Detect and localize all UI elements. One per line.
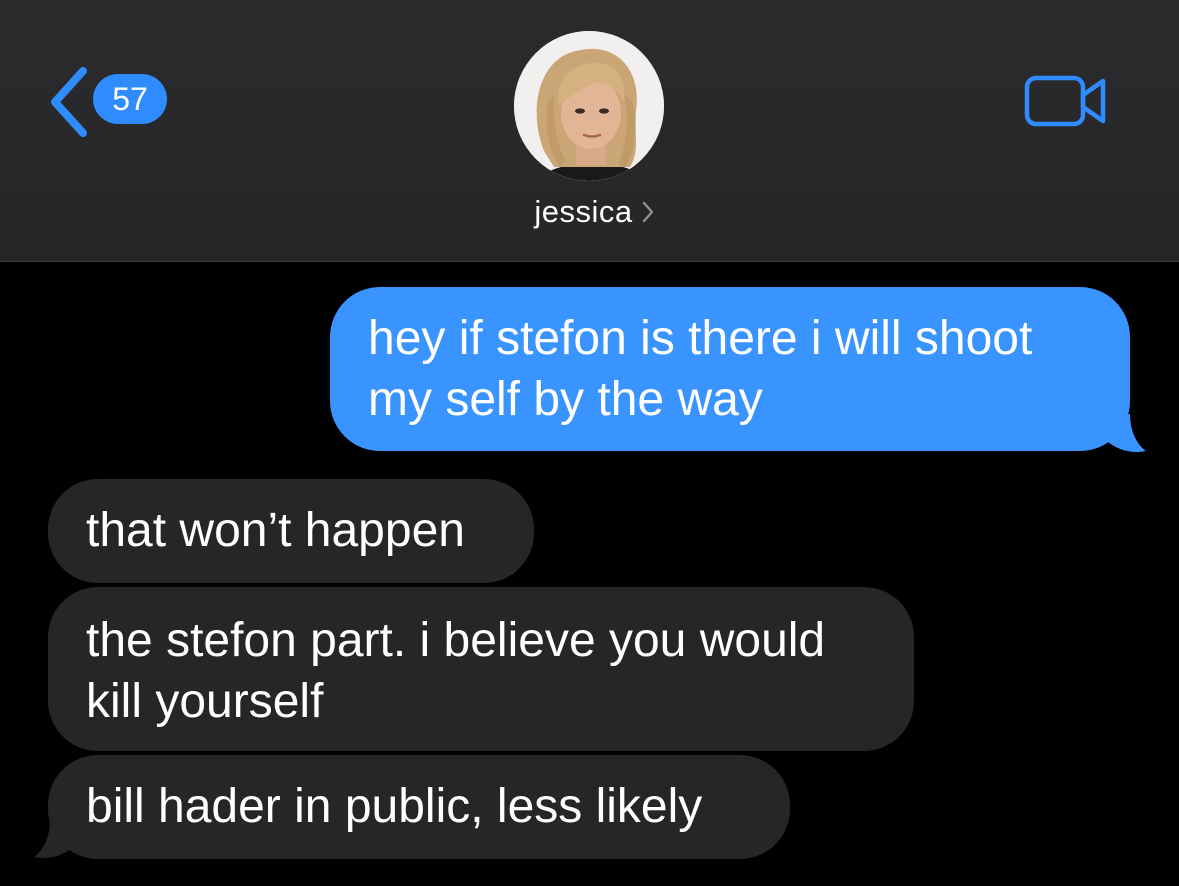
contact-name: jessica <box>534 194 633 229</box>
video-call-button[interactable] <box>1024 74 1108 128</box>
message-line: hey if stefon is there i will shoot <box>368 312 1033 365</box>
chevron-left-icon <box>51 67 87 137</box>
video-camera-icon <box>1024 75 1106 127</box>
message-line: kill yourself <box>86 675 324 728</box>
sent-bubble-tail <box>1108 414 1146 452</box>
sent-message-bubble[interactable]: hey if stefon is there i will shoot my s… <box>330 287 1130 451</box>
received-message-bubble[interactable]: that won’t happen <box>48 479 534 583</box>
message-line: that won’t happen <box>86 504 465 557</box>
message-line: my self by the way <box>368 373 763 426</box>
received-message-bubble[interactable]: the stefon part. i believe you would kil… <box>48 587 914 751</box>
chevron-right-icon <box>642 201 653 223</box>
message-line: the stefon part. i believe you would <box>86 614 826 667</box>
contact-name-button[interactable]: jessica <box>0 194 1179 230</box>
received-bubble-tail <box>34 820 72 858</box>
received-message-bubble[interactable]: bill hader in public, less likely <box>48 755 790 859</box>
unread-count-badge: 57 <box>93 74 167 124</box>
back-button[interactable]: 57 <box>46 66 167 138</box>
avatar[interactable] <box>514 31 664 181</box>
message-line: bill hader in public, less likely <box>86 780 703 833</box>
contact-photo <box>514 31 664 181</box>
conversation-header: 57 jessica <box>0 0 1179 262</box>
